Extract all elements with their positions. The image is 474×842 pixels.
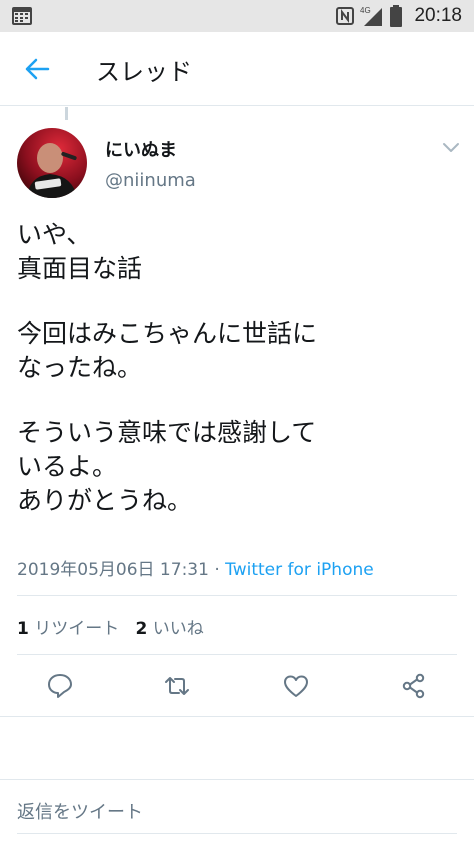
network-type-label: 4G xyxy=(360,6,371,15)
back-arrow-icon[interactable] xyxy=(24,56,50,82)
share-icon[interactable] xyxy=(400,672,428,700)
user-handle[interactable]: @niinuma xyxy=(105,170,196,191)
tweet-text-line: なったね。 xyxy=(17,353,143,382)
signal-4g-icon: 4G xyxy=(360,6,383,26)
divider xyxy=(17,595,457,596)
status-time: 20:18 xyxy=(414,5,462,26)
tweet-text-line: いるよ。 xyxy=(17,452,118,481)
page-title: スレッド xyxy=(96,58,192,86)
calendar-icon xyxy=(12,7,32,25)
reply-icon[interactable] xyxy=(46,672,74,700)
like-stat-label: いいね xyxy=(152,619,204,639)
like-stat[interactable]: 2 いいね xyxy=(135,619,203,639)
divider xyxy=(0,716,474,717)
tweet-stats: 1 リツイート 2 いいね xyxy=(17,614,204,639)
retweet-icon[interactable] xyxy=(163,672,191,700)
tweet-text-line: いや、 xyxy=(17,220,92,249)
tweet-text-line: そういう意味では感謝して xyxy=(17,418,317,447)
chevron-down-icon[interactable] xyxy=(442,140,460,154)
avatar-image xyxy=(17,128,87,198)
tweet-timestamp: 2019年05月06日 17:31 xyxy=(17,560,209,580)
tweet-source-link[interactable]: Twitter for iPhone xyxy=(225,560,374,580)
divider xyxy=(0,779,474,780)
tweet-text-line: 真面目な話 xyxy=(17,254,143,283)
avatar[interactable] xyxy=(17,128,87,198)
status-bar: 4G 20:18 xyxy=(0,0,474,32)
heart-icon[interactable] xyxy=(282,672,310,700)
display-name[interactable]: にいぬま xyxy=(105,136,177,162)
tweet-text: いや、 真面目な話 今回はみこちゃんに世話に なったね。 そういう意味では感謝し… xyxy=(17,218,457,518)
divider xyxy=(17,833,457,834)
battery-icon xyxy=(390,5,403,27)
meta-separator: · xyxy=(208,560,226,580)
tweet-action-bar xyxy=(0,672,474,700)
thread-connector-line xyxy=(65,107,68,120)
tweet-text-line: ありがとうね。 xyxy=(17,486,193,515)
tweet-text-line: 今回はみこちゃんに世話に xyxy=(17,319,318,348)
nfc-icon xyxy=(336,7,355,25)
app-header: スレッド xyxy=(0,32,474,106)
divider xyxy=(17,654,457,655)
retweet-stat[interactable]: 1 リツイート xyxy=(17,619,119,639)
retweet-count: 1 xyxy=(17,619,29,639)
reply-tweet-input[interactable]: 返信をツイート xyxy=(17,798,143,824)
retweet-stat-label: リツイート xyxy=(34,619,120,639)
like-count: 2 xyxy=(135,619,148,639)
tweet-meta: 2019年05月06日 17:31 · Twitter for iPhone xyxy=(17,555,374,580)
